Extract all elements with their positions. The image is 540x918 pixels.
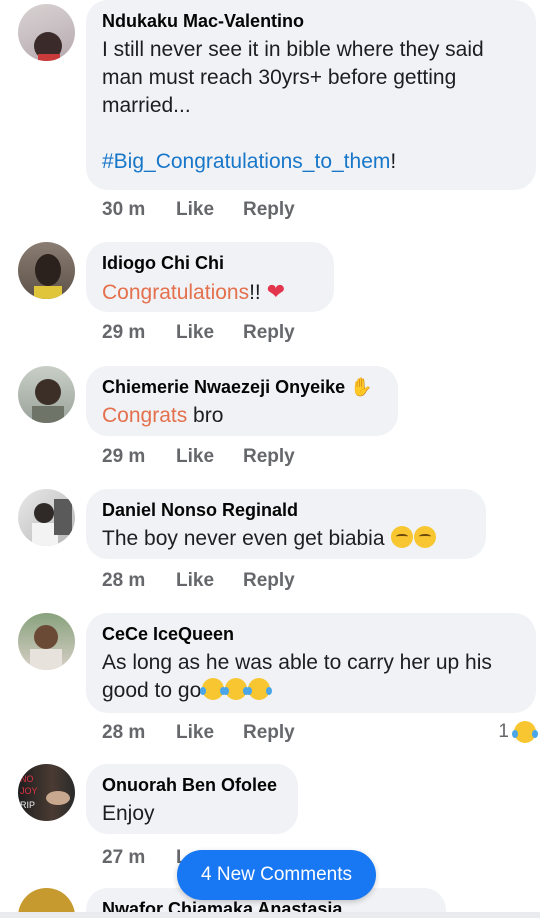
- timestamp: 27 m: [102, 847, 146, 868]
- comment-bubble: Idiogo Chi Chi Congratulations!! ❤: [86, 242, 334, 312]
- svg-text:NO: NO: [20, 774, 34, 784]
- comment-author[interactable]: Daniel Nonso Reginald: [102, 499, 470, 521]
- comment-actions: 30 m Like Reply: [102, 199, 295, 221]
- comment-author[interactable]: Idiogo Chi Chi: [102, 252, 318, 274]
- reply-button[interactable]: Reply: [243, 722, 295, 744]
- tears-of-joy-icon: [200, 678, 227, 700]
- link-suffix: !: [390, 150, 397, 173]
- reply-button[interactable]: Reply: [243, 570, 295, 592]
- new-comments-button[interactable]: 4 New Comments: [177, 850, 376, 900]
- avatar[interactable]: [18, 489, 75, 546]
- hashtag-link[interactable]: #Big_Congratulations_to_them: [102, 150, 390, 173]
- comment-actions: 29 m Like Reply: [102, 446, 295, 468]
- timestamp: 30 m: [102, 199, 146, 220]
- timestamp: 28 m: [102, 722, 146, 743]
- comment-author: Chiemerie Nwaezeji Onyeike ✋: [102, 376, 382, 398]
- author-name[interactable]: Chiemerie Nwaezeji Onyeike: [102, 377, 345, 397]
- comment-body: bro: [187, 404, 224, 427]
- comment-actions: 28 m Like Reply: [102, 722, 295, 744]
- comment-bubble: Chiemerie Nwaezeji Onyeike ✋ Congrats br…: [86, 366, 398, 436]
- timestamp: 29 m: [102, 446, 146, 467]
- like-button[interactable]: Like: [176, 570, 243, 592]
- waving-hand-icon: ✋: [350, 377, 373, 397]
- avatar-photo: [32, 379, 64, 423]
- avatar-photo: [34, 254, 62, 299]
- comment-text: I still never see it in bible where they…: [102, 36, 520, 176]
- reaction-count[interactable]: 1: [498, 721, 538, 743]
- reply-button[interactable]: Reply: [243, 322, 295, 344]
- tears-of-joy-icon: [246, 678, 273, 700]
- svg-text:JOY: JOY: [20, 786, 38, 796]
- timestamp: 29 m: [102, 322, 146, 343]
- comment-body: As long as he was able to carry her up h…: [102, 651, 492, 702]
- comment-body: !!: [249, 281, 261, 304]
- comment-actions: 28 m Like Reply: [102, 570, 295, 592]
- comment-actions: 29 m Like Reply: [102, 322, 295, 344]
- bottom-divider: [0, 912, 540, 918]
- highlighted-word: Congratulations: [102, 281, 250, 304]
- sparkling-heart-icon: ❤: [266, 279, 286, 304]
- comment-bubble: CeCe IceQueen As long as he was able to …: [86, 613, 536, 713]
- comment-bubble: Ndukaku Mac-Valentino I still never see …: [86, 0, 536, 190]
- avatar[interactable]: [18, 242, 75, 299]
- comment-body: The boy never even get biabia: [102, 527, 385, 550]
- avatar-photo: NO JOY RIP: [20, 774, 70, 810]
- avatar-photo: [34, 32, 62, 61]
- like-button[interactable]: Like: [176, 322, 243, 344]
- highlighted-word: Congrats: [102, 404, 188, 427]
- reply-button[interactable]: Reply: [243, 446, 295, 468]
- avatar[interactable]: NO JOY RIP: [18, 764, 75, 821]
- comment-text: Enjoy: [102, 802, 155, 825]
- comment-text: As long as he was able to carry her up h…: [102, 649, 520, 705]
- relieved-face-icon: [391, 526, 414, 548]
- avatar-photo: [30, 625, 62, 670]
- comment-bubble: Onuorah Ben Ofolee Enjoy: [86, 764, 298, 834]
- avatar[interactable]: [18, 366, 75, 423]
- svg-text:RIP: RIP: [20, 800, 35, 810]
- laughing-face-icon: [512, 721, 538, 743]
- comment-text: Congrats bro: [102, 402, 382, 430]
- timestamp: 28 m: [102, 570, 146, 591]
- comment-body: I still never see it in bible where they…: [102, 38, 484, 117]
- like-button[interactable]: Like: [176, 446, 243, 468]
- like-button[interactable]: Like: [176, 722, 243, 744]
- reply-button[interactable]: Reply: [243, 199, 295, 221]
- comment-text: The boy never even get biabia: [102, 525, 470, 553]
- comment-bubble: Daniel Nonso Reginald The boy never even…: [86, 489, 486, 559]
- avatar[interactable]: [18, 613, 75, 670]
- avatar-photo: [32, 499, 72, 546]
- comment-author[interactable]: CeCe IceQueen: [102, 623, 520, 645]
- avatar[interactable]: [18, 4, 75, 61]
- like-button[interactable]: Like: [176, 199, 243, 221]
- relieved-face-icon: [414, 526, 437, 548]
- comment-text: Congratulations!! ❤: [102, 278, 318, 307]
- comment-author[interactable]: Onuorah Ben Ofolee: [102, 774, 282, 796]
- tears-of-joy-icon: [223, 678, 250, 700]
- reaction-number: 1: [498, 721, 509, 742]
- comment-author[interactable]: Ndukaku Mac-Valentino: [102, 10, 520, 32]
